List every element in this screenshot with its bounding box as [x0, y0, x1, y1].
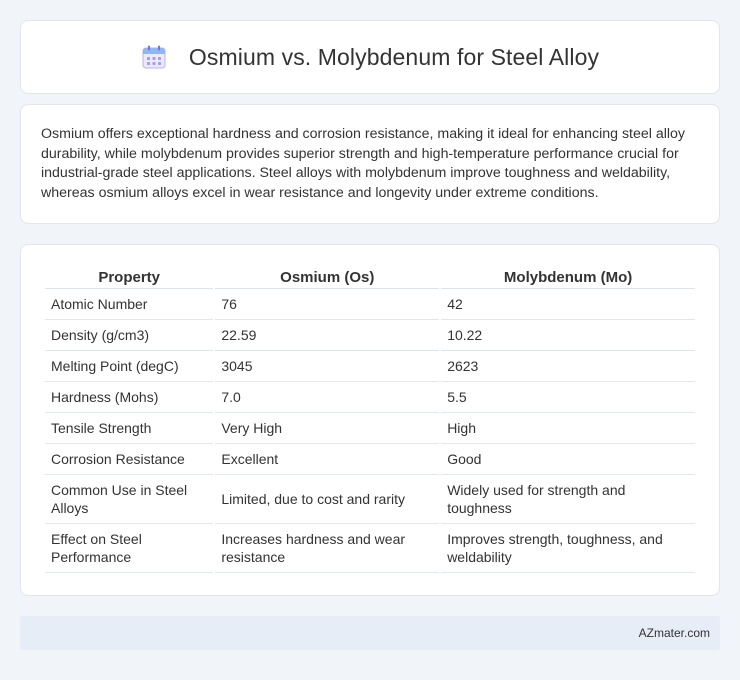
osmium-cell: Limited, due to cost and rarity [215, 475, 440, 524]
comparison-table: Property Osmium (Os) Molybdenum (Mo) Ato… [43, 265, 697, 573]
footer-site-name: AZmater.com [638, 626, 710, 640]
header-property: Property [45, 265, 214, 289]
table-row: Melting Point (degC) 3045 2623 [45, 351, 695, 382]
header-osmium: Osmium (Os) [215, 265, 440, 289]
comparison-card: Property Osmium (Os) Molybdenum (Mo) Ato… [20, 244, 720, 596]
title-card: Osmium vs. Molybdenum for Steel Alloy [20, 20, 720, 94]
header-molybdenum: Molybdenum (Mo) [441, 265, 695, 289]
table-row: Hardness (Mohs) 7.0 5.5 [45, 382, 695, 413]
table-row: Atomic Number 76 42 [45, 289, 695, 320]
osmium-cell: 3045 [215, 351, 440, 382]
osmium-cell: 76 [215, 289, 440, 320]
table-row: Common Use in Steel Alloys Limited, due … [45, 475, 695, 524]
property-cell: Corrosion Resistance [45, 444, 214, 475]
osmium-cell: 7.0 [215, 382, 440, 413]
property-cell: Density (g/cm3) [45, 320, 214, 351]
molybdenum-cell: 5.5 [441, 382, 695, 413]
page-title: Osmium vs. Molybdenum for Steel Alloy [188, 43, 600, 70]
molybdenum-cell: 42 [441, 289, 695, 320]
footer-bar: AZmater.com [20, 616, 720, 650]
table-row: Corrosion Resistance Excellent Good [45, 444, 695, 475]
molybdenum-cell: Improves strength, toughness, and weldab… [441, 524, 695, 573]
intro-paragraph: Osmium offers exceptional hardness and c… [41, 126, 686, 201]
osmium-cell: 22.59 [215, 320, 440, 351]
property-cell: Melting Point (degC) [45, 351, 214, 382]
table-row: Effect on Steel Performance Increases ha… [45, 524, 695, 573]
molybdenum-cell: Widely used for strength and toughness [441, 475, 695, 524]
molybdenum-cell: 2623 [441, 351, 695, 382]
intro-card: Osmium offers exceptional hardness and c… [20, 104, 720, 224]
molybdenum-cell: Good [441, 444, 695, 475]
property-cell: Common Use in Steel Alloys [45, 475, 214, 524]
osmium-cell: Excellent [215, 444, 440, 475]
property-cell: Hardness (Mohs) [45, 382, 214, 413]
table-row: Density (g/cm3) 22.59 10.22 [45, 320, 695, 351]
calendar-icon [142, 45, 166, 69]
property-cell: Atomic Number [45, 289, 214, 320]
table-row: Tensile Strength Very High High [45, 413, 695, 444]
property-cell: Tensile Strength [45, 413, 214, 444]
table-header-row: Property Osmium (Os) Molybdenum (Mo) [45, 265, 695, 289]
molybdenum-cell: High [441, 413, 695, 444]
molybdenum-cell: 10.22 [441, 320, 695, 351]
property-cell: Effect on Steel Performance [45, 524, 214, 573]
osmium-cell: Increases hardness and wear resistance [215, 524, 440, 573]
osmium-cell: Very High [215, 413, 440, 444]
